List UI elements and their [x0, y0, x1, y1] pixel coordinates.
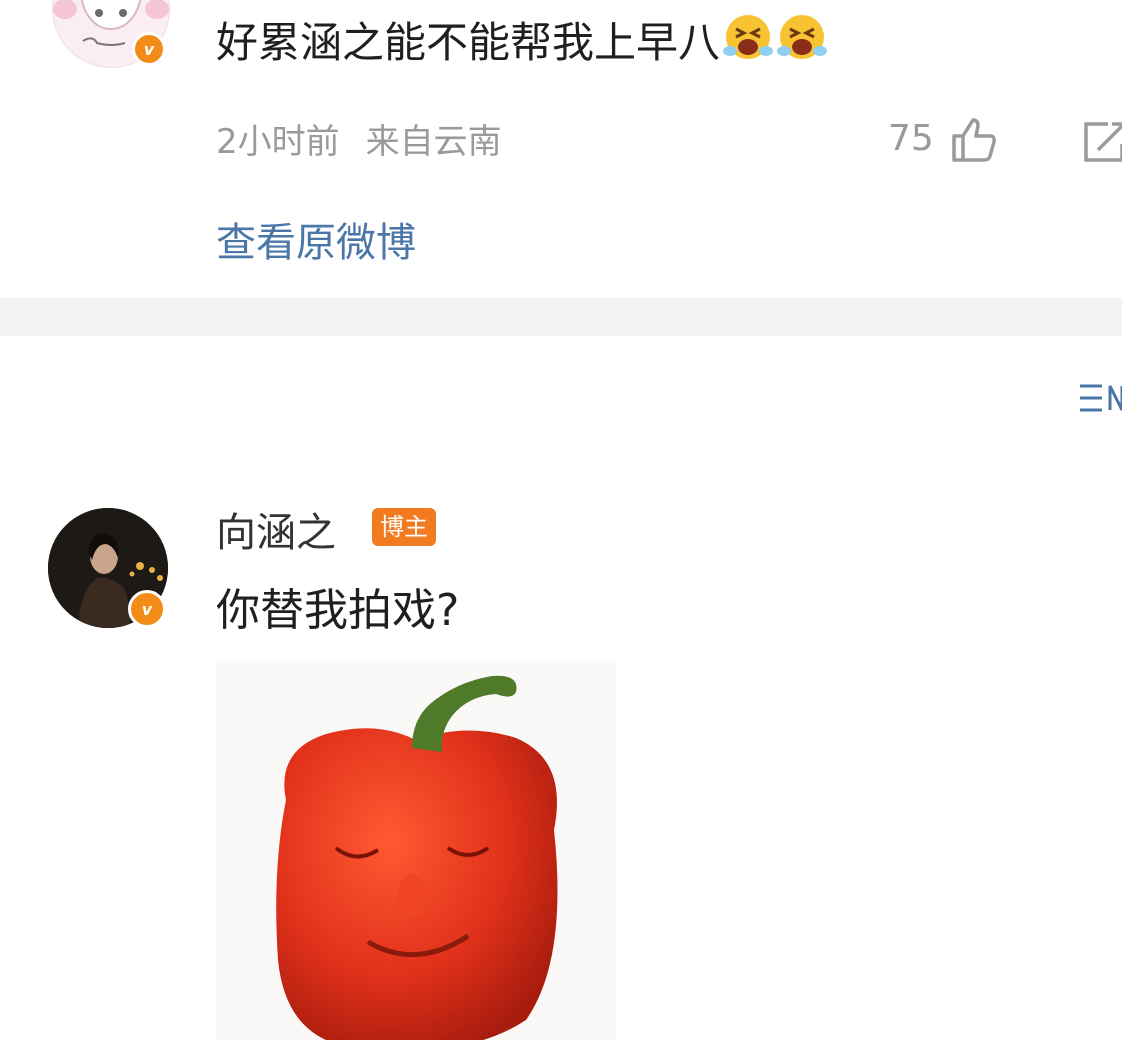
- share-icon[interactable]: [1080, 116, 1122, 168]
- crying-emoji-icon: [777, 15, 828, 59]
- crying-emoji-icon: [723, 15, 774, 59]
- comment-meta: 2小时前 来自云南: [216, 114, 502, 163]
- author-name[interactable]: 向涵之: [216, 500, 336, 558]
- sort-icon[interactable]: [1078, 380, 1122, 416]
- comment-text: 好累涵之能不能帮我上早八: [216, 10, 828, 76]
- verified-icon: v: [128, 590, 166, 628]
- thumbs-up-icon[interactable]: [948, 114, 1000, 166]
- comment-location: 来自云南: [365, 122, 502, 162]
- reply-image[interactable]: [216, 660, 616, 1040]
- comment-time: 2小时前: [216, 122, 340, 162]
- reply-text: 你替我拍戏?: [216, 585, 460, 636]
- section-divider: [0, 298, 1122, 336]
- like-count: 75: [888, 118, 934, 159]
- author-badge: 博主: [372, 508, 436, 546]
- verified-icon: v: [132, 32, 166, 66]
- view-original-link[interactable]: 查看原微博: [216, 210, 416, 268]
- comment-card: v 好累涵之能不能帮我上早八 2小时前 来自云南 75 查看原微博: [0, 0, 1122, 298]
